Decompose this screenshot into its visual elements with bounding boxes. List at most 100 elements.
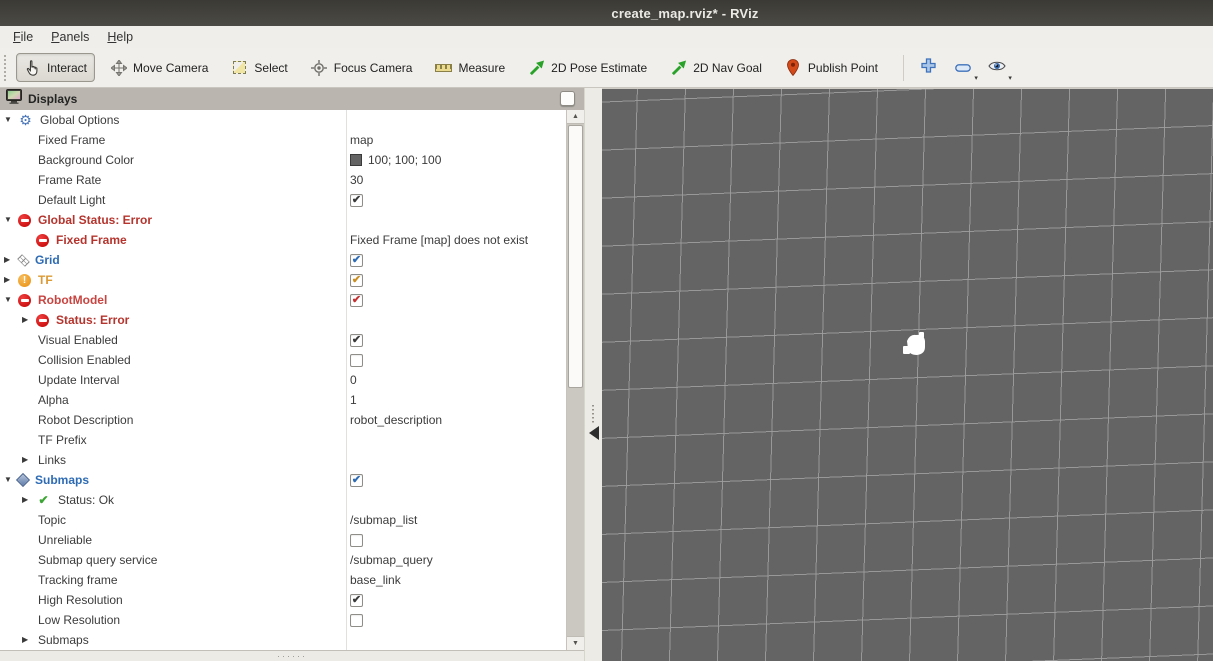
- collapse-arrow-icon[interactable]: ▼: [4, 290, 18, 310]
- checkbox-checked[interactable]: ✔: [350, 294, 363, 307]
- interact-tool-button[interactable]: Interact: [16, 53, 95, 82]
- move-camera-tool-button[interactable]: Move Camera: [102, 53, 216, 82]
- add-tool-button[interactable]: [916, 54, 942, 82]
- checkbox-checked[interactable]: ✔: [350, 194, 363, 207]
- tree-row[interactable]: TF Prefix: [0, 430, 566, 450]
- displays-panel-header[interactable]: Displays: [0, 88, 584, 110]
- property-label: Submaps: [35, 473, 89, 487]
- scrollbar-thumb[interactable]: [568, 125, 583, 388]
- expand-arrow-icon[interactable]: ▶: [22, 630, 36, 650]
- tool-label: Interact: [47, 61, 87, 75]
- property-value[interactable]: map: [350, 130, 373, 150]
- collapse-arrow-icon[interactable]: ▼: [4, 210, 18, 230]
- property-value[interactable]: base_link: [350, 570, 401, 590]
- tree-row[interactable]: ▶✔Status: Ok: [0, 490, 566, 510]
- collapse-arrow-icon[interactable]: ▼: [4, 110, 18, 130]
- tree-row[interactable]: Alpha 1: [0, 390, 566, 410]
- tree-row[interactable]: ▼RobotModel✔: [0, 290, 566, 310]
- nav-goal-tool-button[interactable]: 2D Nav Goal: [662, 53, 770, 82]
- property-value: ✔: [350, 470, 363, 490]
- checkbox-checked[interactable]: ✔: [350, 474, 363, 487]
- remove-tool-button[interactable]: ▾: [950, 54, 976, 82]
- tree-row[interactable]: Update Interval0: [0, 370, 566, 390]
- property-value[interactable]: 100; 100; 100: [350, 150, 441, 170]
- publish-point-tool-button[interactable]: Publish Point: [777, 53, 886, 82]
- collapse-panel-arrow-icon[interactable]: [589, 426, 599, 440]
- tool-label: Focus Camera: [334, 61, 413, 75]
- checkbox-checked[interactable]: ✔: [350, 334, 363, 347]
- tree-row[interactable]: Fixed FrameFixed Frame [map] does not ex…: [0, 230, 566, 250]
- expand-arrow-icon[interactable]: ▶: [22, 490, 36, 510]
- tree-row[interactable]: ▼Submaps✔: [0, 470, 566, 490]
- expand-arrow-icon[interactable]: ▶: [22, 310, 36, 330]
- panel-float-button[interactable]: [560, 91, 575, 106]
- checkbox-checked[interactable]: ✔: [350, 594, 363, 607]
- property-value: [350, 530, 363, 550]
- property-label: Tracking frame: [38, 573, 118, 587]
- tree-row[interactable]: Unreliable: [0, 530, 566, 550]
- ground-grid: [602, 88, 1213, 661]
- panel-splitter[interactable]: [584, 88, 602, 661]
- eye-icon: [988, 59, 1006, 77]
- checkbox-checked[interactable]: ✔: [350, 254, 363, 267]
- tree-row[interactable]: ▼ Global Status: Error: [0, 210, 566, 230]
- tree-row[interactable]: Submap query service/submap_query: [0, 550, 566, 570]
- tree-row[interactable]: Visual Enabled✔: [0, 330, 566, 350]
- expand-arrow-icon[interactable]: ▶: [4, 250, 18, 270]
- tree-row[interactable]: Robot Descriptionrobot_description: [0, 410, 566, 430]
- pose-estimate-tool-button[interactable]: 2D Pose Estimate: [520, 53, 655, 82]
- tree-row[interactable]: ▼⚙Global Options: [0, 110, 566, 130]
- property-value[interactable]: 1: [350, 390, 357, 410]
- vertical-scrollbar[interactable]: ▲ ▼: [566, 110, 584, 650]
- property-value[interactable]: /submap_query: [350, 550, 433, 570]
- render-viewport[interactable]: [602, 88, 1213, 661]
- checkbox-unchecked[interactable]: [350, 534, 363, 547]
- tree-row[interactable]: Collision Enabled: [0, 350, 566, 370]
- property-label: Global Status: Error: [38, 213, 152, 227]
- horizontal-splitter[interactable]: ······: [0, 650, 584, 661]
- splitter-grip-dots: ······: [277, 653, 307, 659]
- focus-camera-tool-button[interactable]: Focus Camera: [303, 53, 421, 82]
- tree-row[interactable]: ▶Grid✔: [0, 250, 566, 270]
- toolbar-drag-handle[interactable]: [3, 54, 8, 82]
- titlebar[interactable]: create_map.rviz* - RViz: [0, 0, 1213, 26]
- hand-icon: [24, 59, 41, 76]
- tree-row[interactable]: ▶Links: [0, 450, 566, 470]
- tree-row[interactable]: ▶Submaps: [0, 630, 566, 650]
- checkbox-unchecked[interactable]: [350, 354, 363, 367]
- property-value[interactable]: 30: [350, 170, 363, 190]
- dropdown-caret-icon[interactable]: ▾: [1008, 75, 1012, 82]
- menu-help[interactable]: Help: [98, 28, 142, 46]
- property-label: Alpha: [38, 393, 69, 407]
- property-value[interactable]: Fixed Frame [map] does not exist: [350, 230, 528, 250]
- checkbox-unchecked[interactable]: [350, 614, 363, 627]
- property-label: Status: Ok: [58, 493, 114, 507]
- property-value[interactable]: robot_description: [350, 410, 442, 430]
- tree-row[interactable]: Default Light✔: [0, 190, 566, 210]
- checkbox-checked[interactable]: ✔: [350, 274, 363, 287]
- tree-row[interactable]: Background Color100; 100; 100: [0, 150, 566, 170]
- tree-row[interactable]: Low Resolution: [0, 610, 566, 630]
- tree-row[interactable]: ▶Status: Error: [0, 310, 566, 330]
- property-value[interactable]: 0: [350, 370, 357, 390]
- tree-row[interactable]: Frame Rate30: [0, 170, 566, 190]
- tree-row[interactable]: Tracking frame base_link: [0, 570, 566, 590]
- expand-arrow-icon[interactable]: ▶: [4, 270, 18, 290]
- tree-row[interactable]: High Resolution✔: [0, 590, 566, 610]
- property-value[interactable]: /submap_list: [350, 510, 417, 530]
- dropdown-caret-icon[interactable]: ▾: [974, 75, 978, 82]
- scroll-down-button[interactable]: ▼: [567, 636, 584, 650]
- color-swatch[interactable]: [350, 154, 362, 166]
- select-tool-button[interactable]: Select: [223, 53, 295, 82]
- move-arrows-icon: [110, 59, 127, 76]
- tree-row[interactable]: Topic/submap_list: [0, 510, 566, 530]
- tree-row[interactable]: ▶!TF✔: [0, 270, 566, 290]
- scroll-up-button[interactable]: ▲: [567, 110, 584, 124]
- view-tool-button[interactable]: ▾: [984, 54, 1010, 82]
- menu-file[interactable]: File: [4, 28, 42, 46]
- tree-row[interactable]: Fixed Framemap: [0, 130, 566, 150]
- measure-tool-button[interactable]: Measure: [427, 53, 513, 82]
- expand-arrow-icon[interactable]: ▶: [22, 450, 36, 470]
- property-value: ✔: [350, 330, 363, 350]
- menu-panels[interactable]: Panels: [42, 28, 98, 46]
